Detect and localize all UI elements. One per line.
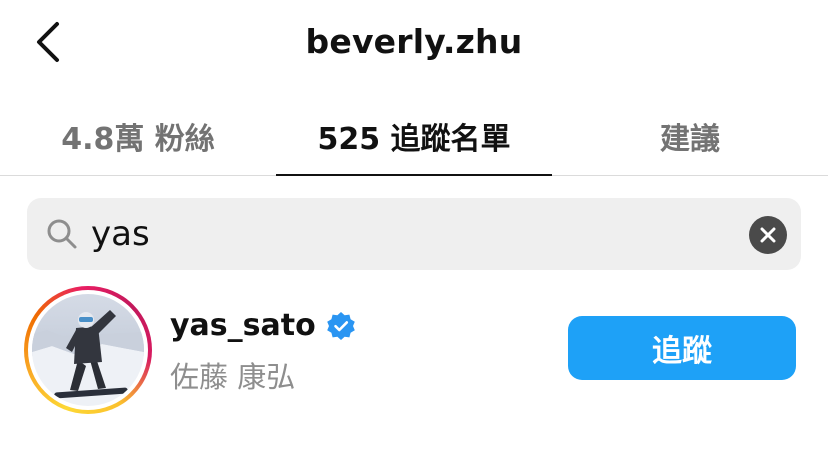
username-line: yas_sato (170, 308, 356, 343)
tab-following[interactable]: 525 追蹤名單 (276, 96, 552, 176)
page-title: beverly.zhu (305, 22, 523, 61)
following-list-screen: beverly.zhu 4.8萬 粉絲 525 追蹤名單 建議 yas yas_… (0, 0, 828, 453)
username[interactable]: yas_sato (170, 308, 316, 343)
full-name: 佐藤 康弘 (170, 360, 296, 394)
header: beverly.zhu (0, 0, 828, 88)
avatar (32, 294, 144, 406)
avatar-ring-gap (28, 290, 148, 410)
tab-bar: 4.8萬 粉絲 525 追蹤名單 建議 (0, 96, 828, 176)
tab-followers[interactable]: 4.8萬 粉絲 (0, 96, 276, 175)
follow-button[interactable]: 追蹤 (568, 316, 796, 380)
list-item[interactable]: yas_sato 佐藤 康弘 追蹤 (0, 280, 828, 420)
snowboarder-photo (32, 310, 144, 406)
search-icon (47, 219, 77, 249)
search-bar (27, 198, 801, 270)
avatar-story-ring[interactable] (24, 286, 152, 414)
search-input[interactable] (91, 208, 731, 260)
clear-icon (760, 227, 776, 243)
verified-badge-icon (326, 311, 355, 340)
tab-suggestions[interactable]: 建議 (552, 96, 828, 175)
clear-search-button[interactable] (749, 216, 787, 254)
